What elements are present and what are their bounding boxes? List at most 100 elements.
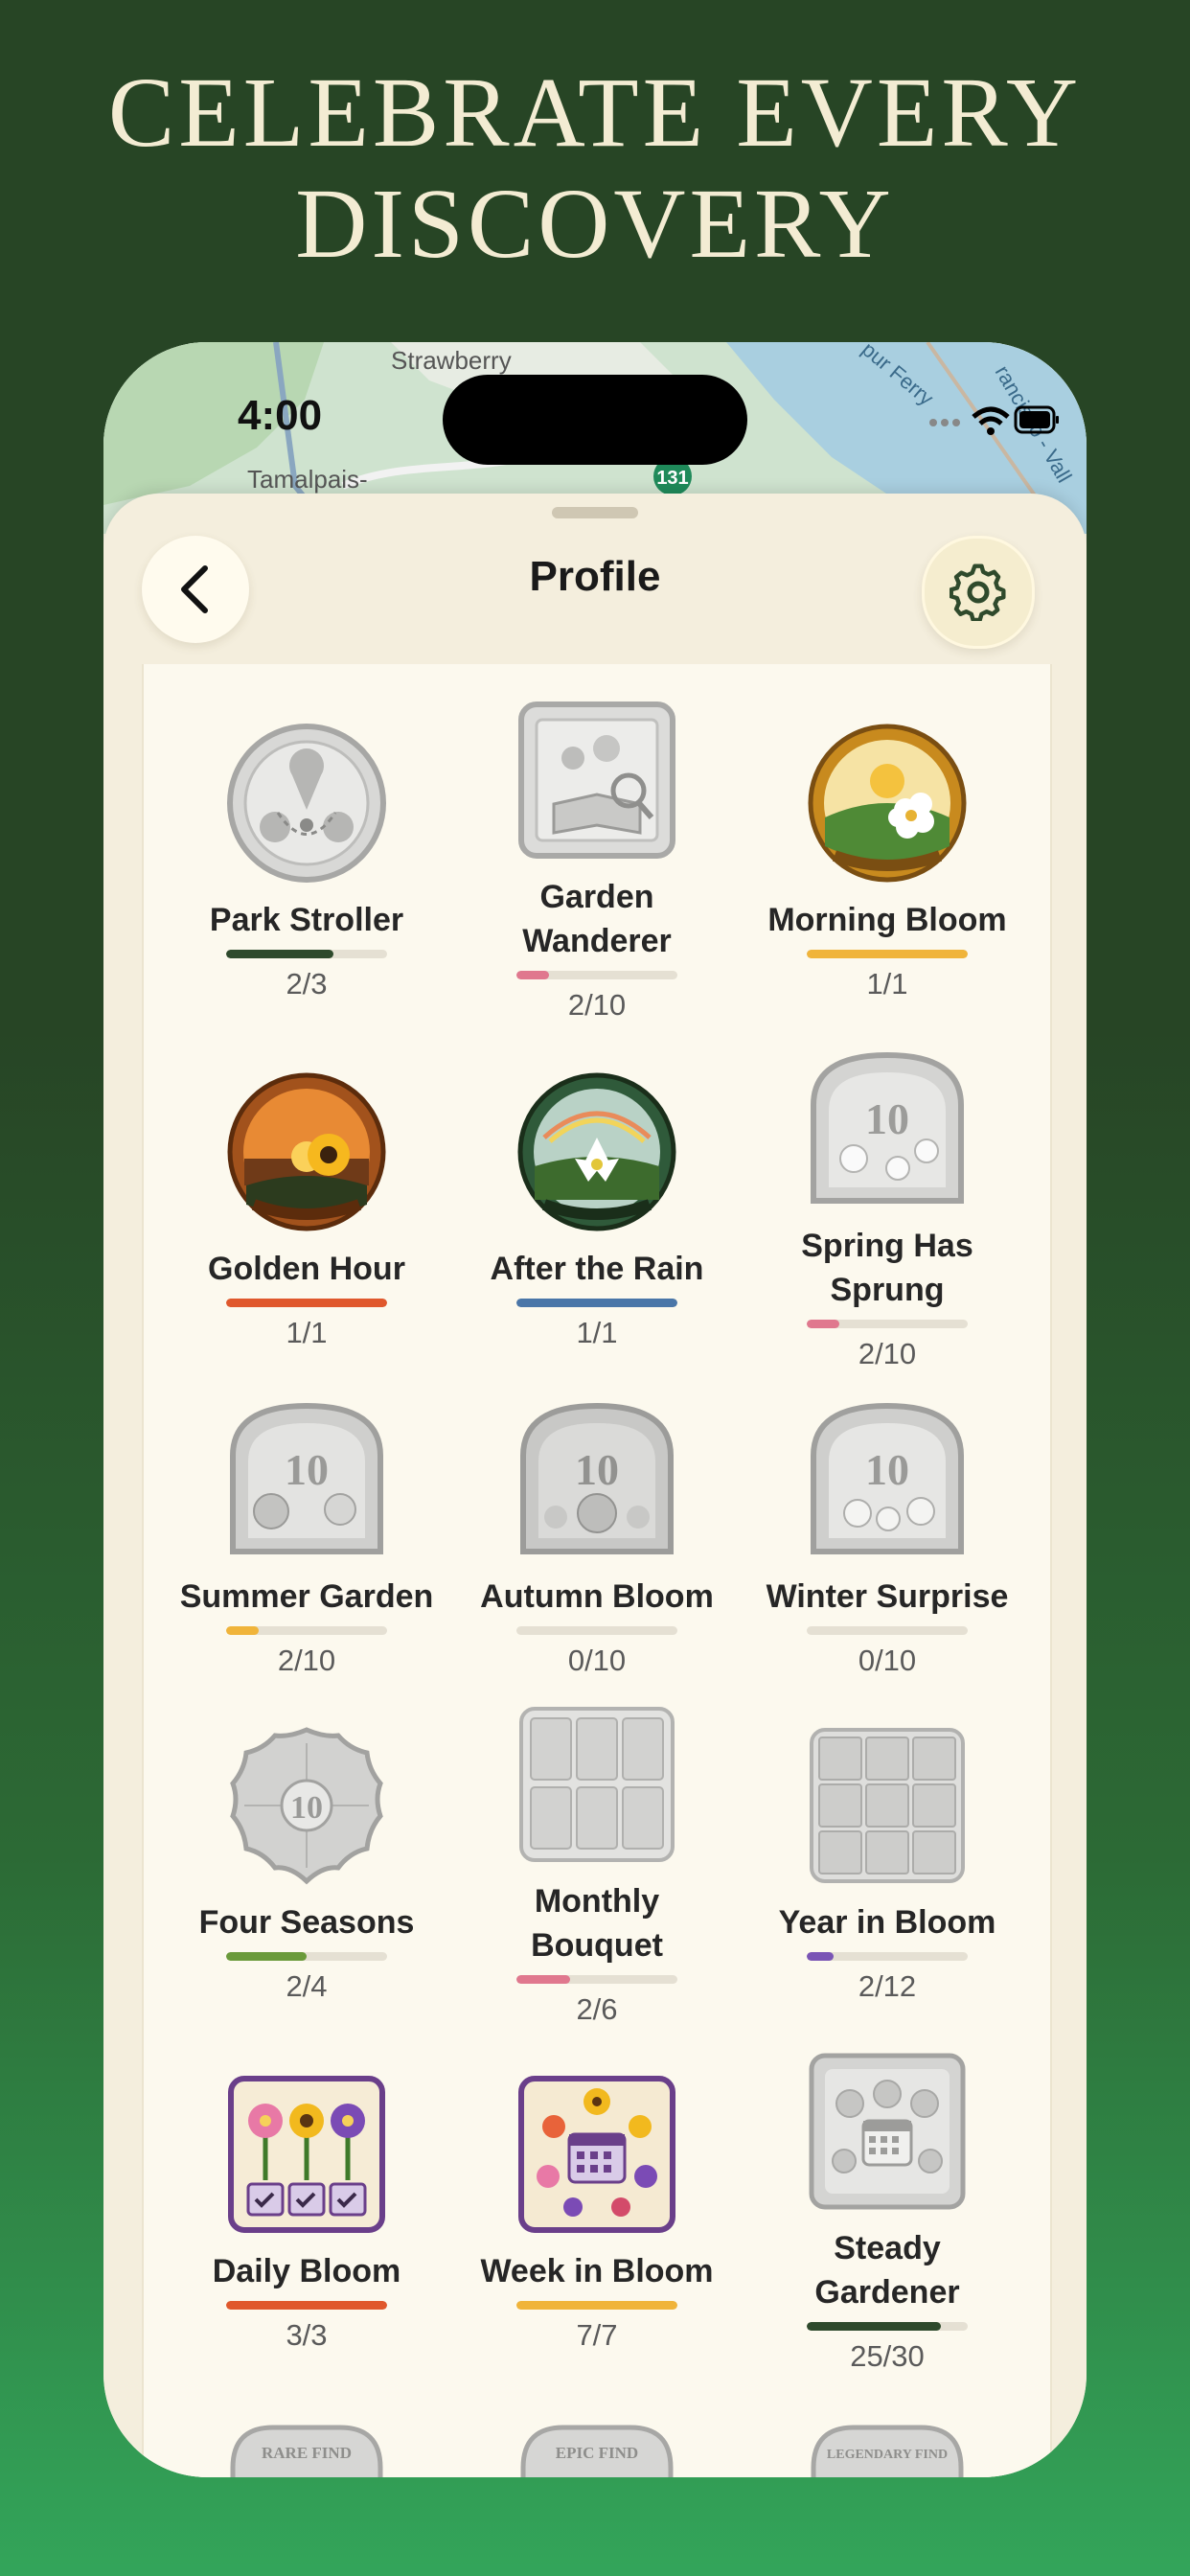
badge-progress-fill xyxy=(807,950,968,958)
badge-monthly-bouquet[interactable]: Monthly Bouquet 2/6 xyxy=(453,1703,741,2028)
badge-count: 1/1 xyxy=(286,1316,328,1349)
badge-spring-has-sprung[interactable]: 10 Spring Has Sprung 2/10 xyxy=(744,1047,1031,1372)
golden-hour-badge-icon xyxy=(227,1072,386,1231)
badge-progress-bar xyxy=(226,1626,387,1635)
badge-park-stroller[interactable]: Park Stroller 2/3 xyxy=(163,722,450,1002)
badge-progress-bar xyxy=(516,1975,677,1984)
badge-autumn-bloom[interactable]: 10 Autumn Bloom 0/10 xyxy=(453,1398,741,1679)
profile-sheet: Profile Park Stroller 2/3 Garden Wandere… xyxy=(103,494,1087,2477)
badge-count: 2/6 xyxy=(576,1992,618,2026)
badge-progress-fill xyxy=(516,1299,677,1307)
badge-count: 25/30 xyxy=(850,2339,925,2373)
badge-progress-bar xyxy=(516,1626,677,1635)
badge-count: 0/10 xyxy=(858,1644,917,1677)
battery-icon xyxy=(1014,405,1059,434)
epic-find-label: EPIC FIND xyxy=(556,2444,638,2462)
badge-winter-surprise[interactable]: 10 Winter Surprise 0/10 xyxy=(744,1398,1031,1679)
badge-progress-bar xyxy=(226,1299,387,1307)
badge-name: Spring Has Sprung xyxy=(801,1228,973,1308)
four-seasons-badge-icon: 10 xyxy=(230,1727,383,1885)
badge-name: Week in Bloom xyxy=(480,2253,714,2289)
legendary-find-badge-icon: LEGENDARY FIND xyxy=(811,2425,964,2477)
winter-surprise-badge-icon: 10 xyxy=(811,1402,964,1554)
spring-has-sprung-badge-icon: 10 xyxy=(811,1051,964,1204)
badge-progress-bar xyxy=(807,2322,968,2331)
status-icons xyxy=(927,402,1062,440)
badge-name: Park Stroller xyxy=(209,902,404,938)
daily-bloom-badge-icon xyxy=(228,2076,385,2233)
badge-progress-bar xyxy=(516,2301,677,2310)
gear-icon xyxy=(950,564,1006,621)
badge-progress-fill xyxy=(226,2301,387,2310)
svg-text:10: 10 xyxy=(290,1790,323,1826)
badge-progress-fill xyxy=(226,950,334,958)
badge-grid[interactable]: Park Stroller 2/3 Garden Wanderer 2/10 M… xyxy=(142,664,1052,2477)
badge-week-in-bloom[interactable]: Week in Bloom 7/7 xyxy=(453,2073,741,2354)
badge-year-in-bloom[interactable]: Year in Bloom 2/12 xyxy=(744,1724,1031,2005)
rare-find-badge-icon: RARE FIND xyxy=(230,2425,383,2477)
badge-epic-find[interactable]: EPIC FIND xyxy=(453,2420,741,2477)
badge-progress-bar xyxy=(807,1952,968,1961)
page-title: Profile xyxy=(529,553,661,600)
badge-count: 0/10 xyxy=(567,1644,627,1677)
badge-legendary-find[interactable]: LEGENDARY FIND xyxy=(744,2420,1031,2477)
svg-text:10: 10 xyxy=(865,1445,909,1494)
headline: CELEBRATE EVERY DISCOVERY xyxy=(0,58,1190,280)
wifi-icon xyxy=(972,406,1010,435)
badge-name: Year in Bloom xyxy=(778,1904,996,1941)
badge-steady-gardener[interactable]: Steady Gardener 25/30 xyxy=(744,2050,1031,2375)
badge-name: Monthly Bouquet xyxy=(531,1883,663,1964)
year-in-bloom-badge-icon xyxy=(810,1728,965,1883)
badge-count: 1/1 xyxy=(576,1316,618,1349)
badge-name: Garden Wanderer xyxy=(522,879,672,959)
map-label-strawberry: Strawberry xyxy=(391,346,512,375)
badge-golden-hour[interactable]: Golden Hour 1/1 xyxy=(163,1070,450,1351)
badge-progress-fill xyxy=(516,971,549,979)
badge-name: Steady Gardener xyxy=(814,2230,960,2311)
summer-garden-badge-icon: 10 xyxy=(230,1402,383,1554)
legendary-find-label: LEGENDARY FIND xyxy=(827,2448,948,2462)
epic-find-badge-icon: EPIC FIND xyxy=(520,2425,674,2477)
settings-button[interactable] xyxy=(922,536,1035,649)
badge-after-the-rain[interactable]: After the Rain 1/1 xyxy=(453,1070,741,1351)
badge-name: Autumn Bloom xyxy=(480,1578,714,1615)
badge-count: 1/1 xyxy=(866,967,908,1000)
autumn-bloom-badge-icon: 10 xyxy=(520,1402,674,1554)
badge-count: 2/10 xyxy=(567,988,627,1022)
badge-count: 2/10 xyxy=(277,1644,336,1677)
svg-text:10: 10 xyxy=(285,1445,329,1494)
rare-find-label: RARE FIND xyxy=(262,2444,352,2462)
badge-progress-bar xyxy=(226,1952,387,1961)
badge-count: 2/12 xyxy=(858,1969,917,2003)
badge-progress-fill xyxy=(807,1952,835,1961)
dynamic-island xyxy=(443,375,747,465)
badge-morning-bloom[interactable]: Morning Bloom 1/1 xyxy=(744,722,1031,1002)
badge-progress-fill xyxy=(807,2322,941,2331)
svg-text:10: 10 xyxy=(575,1445,619,1494)
badge-count: 2/3 xyxy=(286,967,328,1000)
badge-four-seasons[interactable]: 10 Four Seasons 2/4 xyxy=(163,1724,450,2005)
badge-name: Morning Bloom xyxy=(767,902,1007,938)
headline-line-1: CELEBRATE EVERY xyxy=(107,58,1083,168)
badge-progress-fill xyxy=(516,1975,570,1984)
badge-name: Summer Garden xyxy=(179,1578,434,1615)
badge-name: Winter Surprise xyxy=(766,1578,1009,1615)
badge-count: 7/7 xyxy=(576,2318,618,2352)
sheet-grabber[interactable] xyxy=(552,507,638,518)
badge-progress-fill xyxy=(226,1952,307,1961)
svg-text:10: 10 xyxy=(865,1094,909,1143)
back-button[interactable] xyxy=(142,536,249,643)
badge-count: 3/3 xyxy=(286,2318,328,2352)
badge-name: Four Seasons xyxy=(198,1904,415,1941)
badge-progress-bar xyxy=(807,1626,968,1635)
badge-name: Daily Bloom xyxy=(212,2253,401,2289)
badge-progress-fill xyxy=(226,1299,387,1307)
badge-rare-find[interactable]: RARE FIND xyxy=(163,2420,450,2477)
phone-frame: Strawberry Tamalpais- 131 rancisco - Val… xyxy=(103,342,1087,2477)
after-the-rain-badge-icon xyxy=(517,1072,676,1231)
badge-daily-bloom[interactable]: Daily Bloom 3/3 xyxy=(163,2073,450,2354)
badge-summer-garden[interactable]: 10 Summer Garden 2/10 xyxy=(163,1398,450,1679)
headline-line-2: DISCOVERY xyxy=(295,169,895,279)
badge-garden-wanderer[interactable]: Garden Wanderer 2/10 xyxy=(453,699,741,1024)
badge-progress-bar xyxy=(807,1320,968,1328)
